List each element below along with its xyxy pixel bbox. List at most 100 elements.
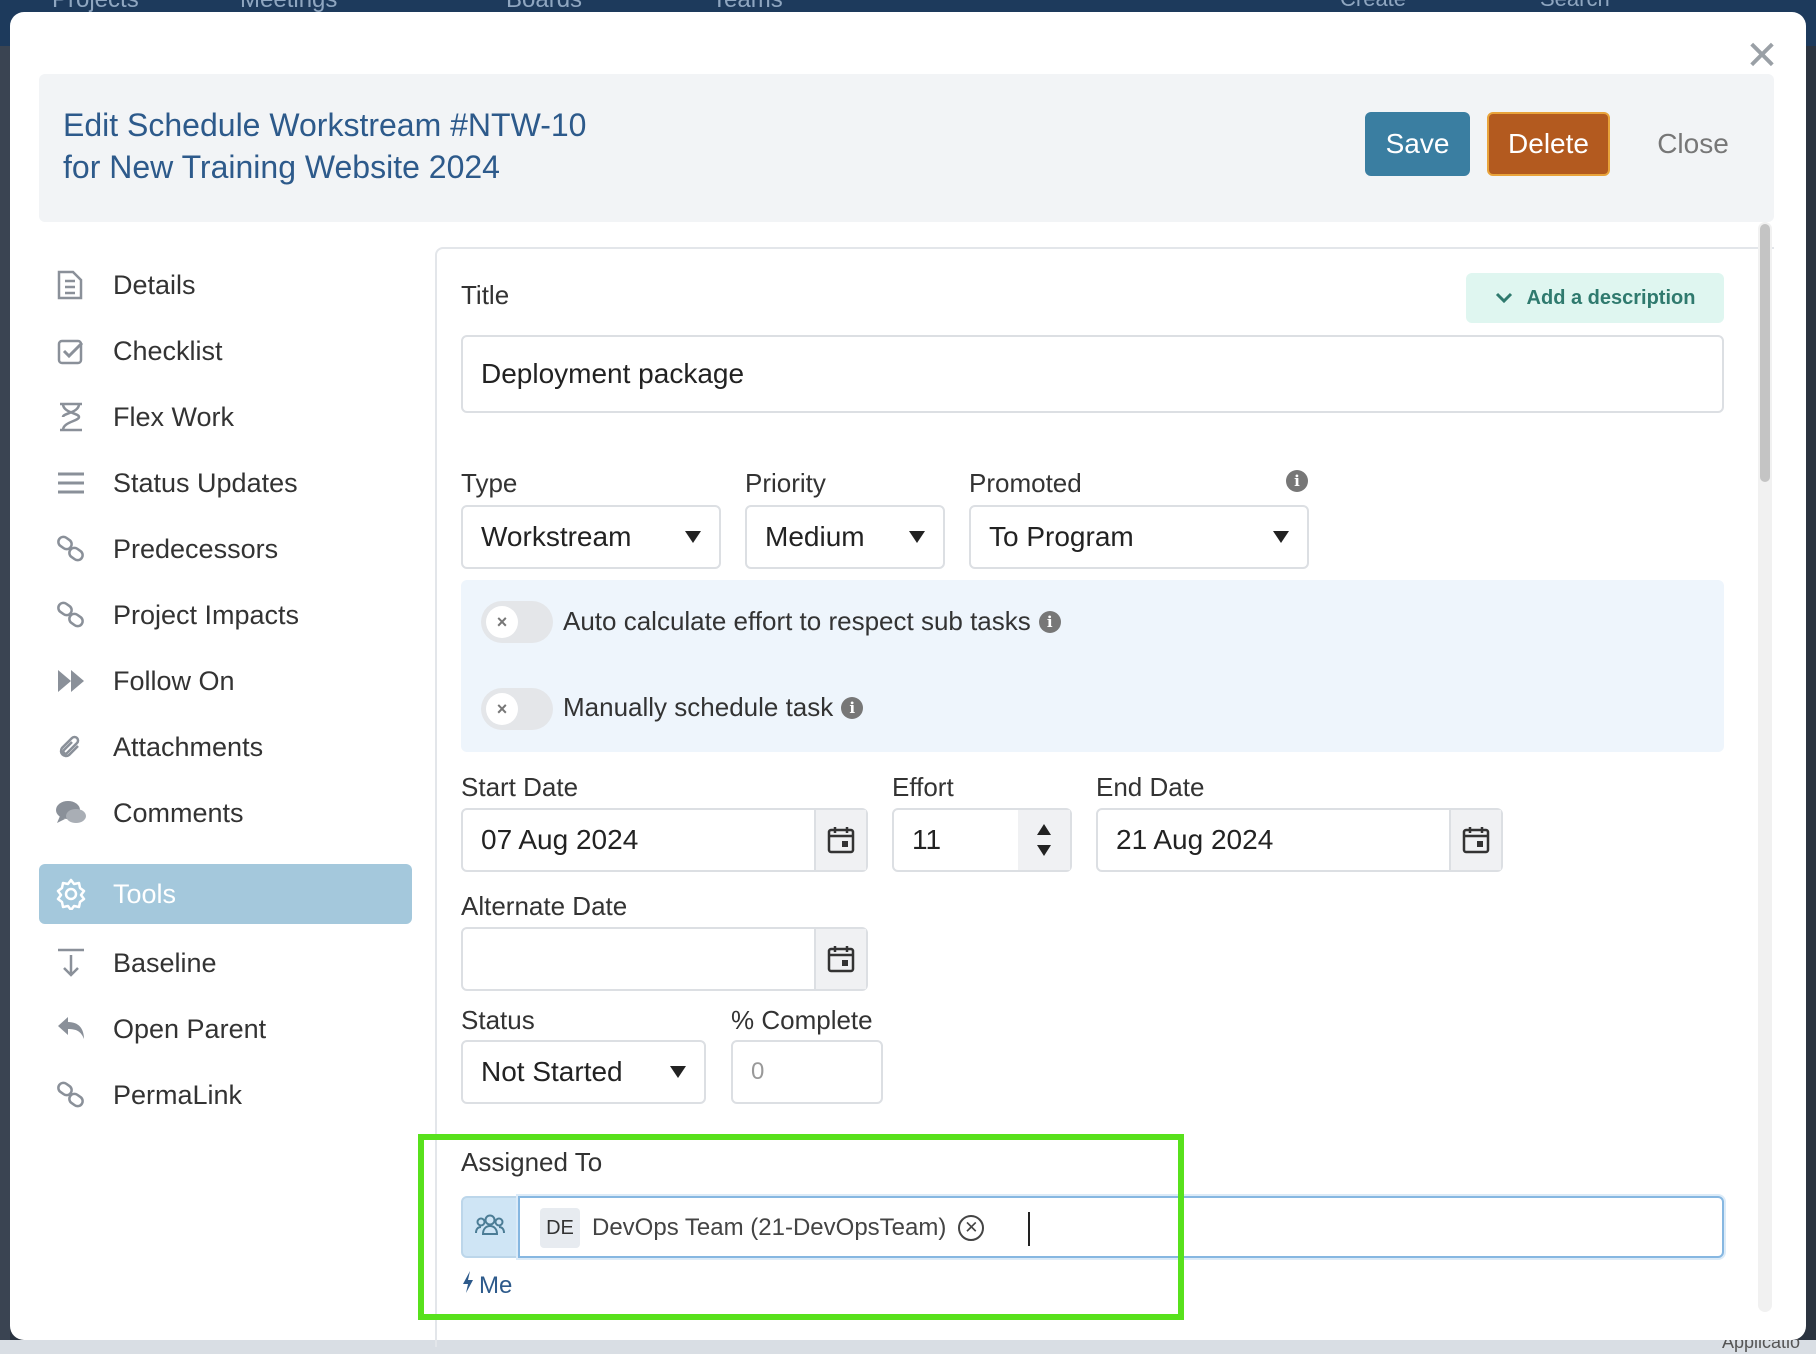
caret-down-icon — [670, 1066, 686, 1078]
manual-schedule-toggle[interactable]: × — [481, 688, 553, 730]
promoted-select[interactable]: To Program — [969, 505, 1309, 569]
start-date-value: 07 Aug 2024 — [481, 824, 639, 855]
sidebar-item-predecessors[interactable]: Predecessors — [39, 516, 412, 582]
status-label: Status — [461, 1005, 535, 1035]
sidebar-item-label: Follow On — [113, 665, 235, 696]
start-date-input[interactable]: 07 Aug 2024 — [461, 808, 868, 872]
sidebar-item-project-impacts[interactable]: Project Impacts — [39, 582, 412, 648]
link-icon — [53, 534, 89, 564]
title-line-2: for New Training Website 2024 — [63, 149, 500, 185]
priority-select[interactable]: Medium — [745, 505, 945, 569]
sidebar-item-permalink[interactable]: PermaLink — [39, 1062, 412, 1128]
checklist-icon — [53, 336, 89, 366]
sidebar-item-tools[interactable]: Tools — [39, 864, 412, 924]
assigned-to-label: Assigned To — [461, 1147, 603, 1177]
assign-me-link[interactable]: Me — [461, 1270, 512, 1301]
info-icon[interactable]: i — [841, 696, 864, 719]
list-icon — [53, 470, 89, 496]
text-caret — [1028, 1212, 1030, 1246]
bolt-icon — [461, 1270, 475, 1301]
modal-title: Edit Schedule Workstream #NTW-10 for New… — [63, 104, 586, 188]
percent-complete-input[interactable]: 0 — [731, 1040, 883, 1104]
calendar-icon[interactable] — [814, 810, 866, 870]
auto-calculate-toggle[interactable]: × — [481, 601, 553, 643]
sidebar-item-label: Checklist — [113, 335, 223, 366]
alternate-date-label: Alternate Date — [461, 891, 628, 921]
promoted-value: To Program — [989, 521, 1134, 552]
assignee-chip: DE DevOps Team (21-DevOpsTeam) ✕ — [540, 1208, 985, 1248]
avatar: DE — [540, 1208, 580, 1248]
sidebar-item-open-parent[interactable]: Open Parent — [39, 996, 412, 1062]
manual-schedule-label: Manually schedule task i — [563, 692, 864, 723]
delete-button[interactable]: Delete — [1487, 112, 1610, 176]
status-select[interactable]: Not Started — [461, 1040, 706, 1104]
link-icon — [53, 600, 89, 630]
end-date-label: End Date — [1096, 772, 1205, 802]
auto-calculate-text: Auto calculate effort to respect sub tas… — [563, 606, 1031, 636]
arrow-up-icon[interactable] — [1037, 824, 1051, 835]
effort-stepper[interactable]: 11 — [892, 808, 1072, 872]
reply-icon — [53, 1015, 89, 1043]
close-icon[interactable]: ✕ — [1742, 36, 1782, 76]
alternate-date-input[interactable] — [461, 927, 868, 991]
save-button[interactable]: Save — [1365, 112, 1470, 176]
end-date-value: 21 Aug 2024 — [1116, 824, 1274, 855]
chevron-down-icon — [1495, 287, 1513, 310]
start-date-label: Start Date — [461, 772, 579, 802]
title-label: Title — [461, 280, 510, 310]
scrollbar-thumb[interactable] — [1760, 224, 1770, 482]
info-icon[interactable]: i — [1286, 470, 1308, 492]
type-value: Workstream — [481, 521, 632, 552]
sidebar-item-details[interactable]: Details — [39, 252, 412, 318]
sidebar-item-attachments[interactable]: Attachments — [39, 714, 412, 780]
manual-schedule-text: Manually schedule task — [563, 692, 834, 722]
caret-down-icon — [685, 531, 701, 543]
sidebar-item-baseline[interactable]: Baseline — [39, 930, 412, 996]
calendar-icon[interactable] — [1449, 810, 1501, 870]
type-select[interactable]: Workstream — [461, 505, 721, 569]
sidebar-item-comments[interactable]: Comments — [39, 780, 412, 846]
calendar-icon[interactable] — [814, 929, 866, 989]
sidebar-item-follow-on[interactable]: Follow On — [39, 648, 412, 714]
details-icon — [53, 269, 89, 301]
link-icon — [53, 1080, 89, 1110]
stepper-arrows[interactable] — [1018, 810, 1070, 870]
sidebar-item-label: Project Impacts — [113, 599, 300, 630]
priority-value: Medium — [765, 521, 865, 552]
close-button[interactable]: Close — [1633, 112, 1753, 176]
sidebar-item-label: Predecessors — [113, 533, 279, 564]
paperclip-icon — [53, 732, 89, 762]
sidebar-item-checklist[interactable]: Checklist — [39, 318, 412, 384]
x-icon: × — [486, 606, 518, 638]
sidebar-item-label: Flex Work — [113, 401, 235, 432]
caret-down-icon — [909, 531, 925, 543]
assigned-to-input[interactable]: DE DevOps Team (21-DevOpsTeam) ✕ — [518, 1196, 1724, 1258]
sidebar-item-label: PermaLink — [113, 1079, 243, 1110]
assignee-name: DevOps Team (21-DevOpsTeam) — [592, 1214, 947, 1241]
add-description-label: Add a description — [1526, 286, 1696, 309]
users-icon — [475, 1212, 505, 1243]
status-value: Not Started — [481, 1056, 623, 1087]
sidebar-item-label: Open Parent — [113, 1013, 267, 1044]
download-icon — [53, 947, 89, 979]
caret-down-icon — [1273, 531, 1289, 543]
sidebar-item-label: Comments — [113, 797, 244, 828]
title-input[interactable]: Deployment package — [461, 335, 1724, 413]
remove-circle-icon[interactable]: ✕ — [958, 1215, 985, 1241]
effort-value: 11 — [912, 824, 942, 855]
end-date-input[interactable]: 21 Aug 2024 — [1096, 808, 1503, 872]
effort-label: Effort — [892, 772, 954, 802]
comments-icon — [53, 799, 89, 827]
arrow-down-icon[interactable] — [1037, 845, 1051, 856]
team-icon-button[interactable] — [461, 1196, 519, 1258]
nav-create[interactable]: Create — [1340, 0, 1406, 12]
add-description-button[interactable]: Add a description — [1466, 273, 1724, 323]
info-icon[interactable]: i — [1038, 610, 1061, 633]
sidebar-item-label: Details — [113, 269, 196, 300]
title-value: Deployment package — [481, 358, 745, 389]
type-label: Type — [461, 468, 518, 498]
sidebar-item-status-updates[interactable]: Status Updates — [39, 450, 412, 516]
background-page — [0, 46, 10, 1354]
nav-search[interactable]: Search — [1540, 0, 1610, 12]
sidebar-item-flex-work[interactable]: Flex Work — [39, 384, 412, 450]
